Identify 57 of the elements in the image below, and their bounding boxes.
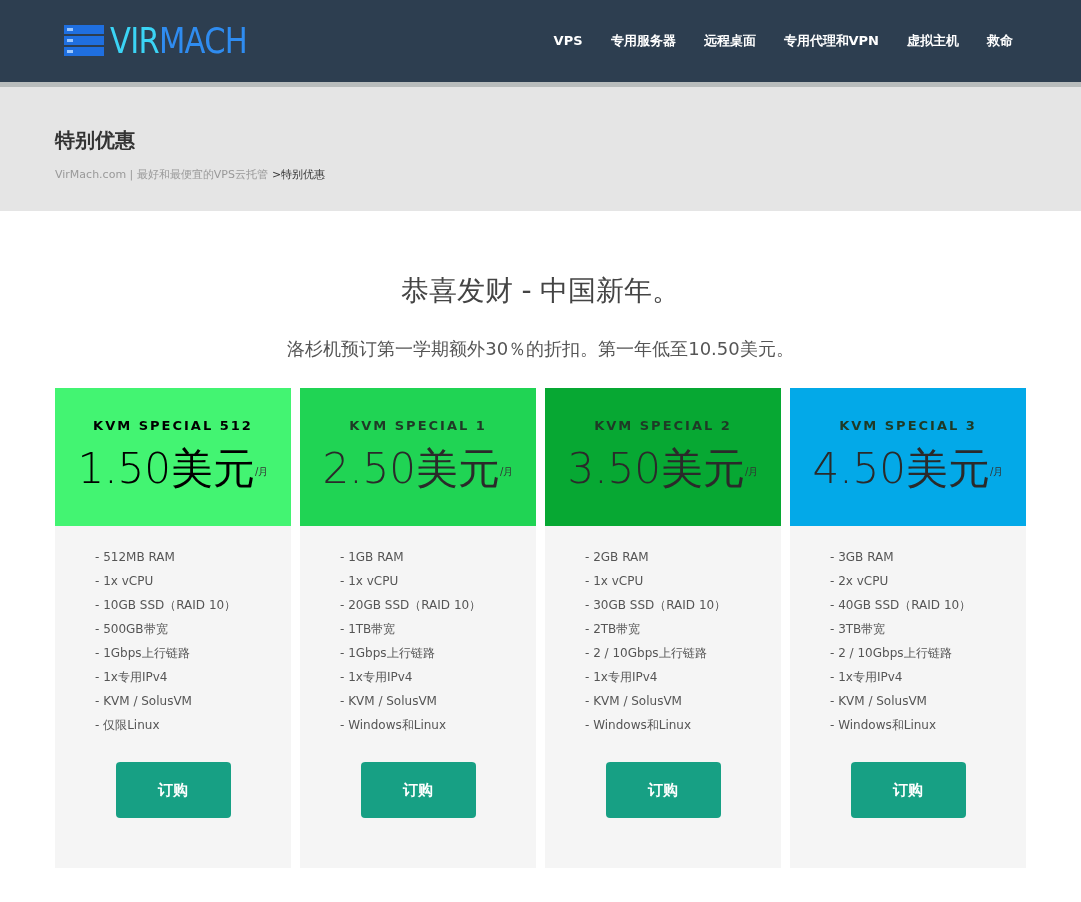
- feature-item: - 500GB带宽: [95, 621, 169, 638]
- feature-item: - Windows和Linux: [585, 717, 693, 734]
- subheadline: 洛杉机预订第一学期额外30％的折扣。第一年低至10.50美元。: [287, 337, 794, 361]
- feature-item: - 仅限Linux: [95, 717, 161, 734]
- plan-name: KVM SPECIAL 512: [93, 417, 253, 435]
- nav-link[interactable]: 远程桌面: [703, 31, 756, 51]
- plan-price: 4.50美元: [812, 447, 991, 490]
- feature-item: - Windows和Linux: [830, 717, 938, 734]
- plan-name: KVM SPECIAL 1: [349, 417, 487, 435]
- nav-link[interactable]: VPS: [553, 31, 583, 51]
- page-title: 特别优惠: [55, 127, 136, 154]
- feature-item: - 1x vCPU: [340, 573, 400, 590]
- feature-item: - 3TB带宽: [830, 621, 887, 638]
- feature-item: - 2 / 10Gbps上行链路: [585, 645, 708, 662]
- server-rack-icon: [62, 23, 106, 59]
- nav-link[interactable]: 虚拟主机: [907, 31, 959, 51]
- plan-name: KVM SPECIAL 3: [839, 417, 977, 435]
- feature-item: - 3GB RAM: [830, 549, 895, 566]
- price-period: /月: [990, 465, 1004, 477]
- plan-price: 3.50美元: [567, 447, 746, 490]
- feature-item: - 2x vCPU: [830, 573, 890, 590]
- price-period: /月: [500, 465, 514, 477]
- feature-item: - 10GB SSD（RAID 10）: [95, 597, 238, 614]
- feature-item: - KVM / SolusVM: [95, 693, 193, 710]
- feature-item: - KVM / SolusVM: [585, 693, 683, 710]
- feature-item: - 20GB SSD（RAID 10）: [340, 597, 483, 614]
- feature-item: - KVM / SolusVM: [340, 693, 438, 710]
- plan-price: 2.50美元: [322, 447, 501, 490]
- logo[interactable]: VIRMACH: [62, 23, 272, 59]
- logo-text: VIRMACH: [110, 23, 248, 59]
- price-period: /月: [255, 465, 269, 477]
- feature-item: - 2TB带宽: [585, 621, 642, 638]
- feature-item: - 2 / 10Gbps上行链路: [830, 645, 953, 662]
- price-period: /月: [745, 465, 759, 477]
- feature-item: - Windows和Linux: [340, 717, 448, 734]
- feature-item: - 1x vCPU: [95, 573, 155, 590]
- feature-item: - 1x专用IPv4: [340, 669, 414, 686]
- feature-item: - 40GB SSD（RAID 10）: [830, 597, 973, 614]
- feature-item: - 1x vCPU: [585, 573, 645, 590]
- feature-item: - 512MB RAM: [95, 549, 176, 566]
- feature-item: - 1x专用IPv4: [95, 669, 169, 686]
- nav-link[interactable]: 救命: [987, 31, 1013, 51]
- feature-item: - 1x专用IPv4: [830, 669, 904, 686]
- feature-item: - 30GB SSD（RAID 10）: [585, 597, 728, 614]
- feature-item: - KVM / SolusVM: [830, 693, 928, 710]
- feature-item: - 2GB RAM: [585, 549, 650, 566]
- feature-item: - 1TB带宽: [340, 621, 397, 638]
- breadcrumb-current: >特别优惠: [271, 167, 326, 183]
- plan-price: 1.50美元: [77, 447, 256, 490]
- feature-item: - 1Gbps上行链路: [340, 645, 436, 662]
- plan-name: KVM SPECIAL 2: [594, 417, 732, 435]
- nav-link[interactable]: 专用服务器: [610, 31, 676, 51]
- feature-item: - 1GB RAM: [340, 549, 405, 566]
- feature-item: - 1x专用IPv4: [585, 669, 659, 686]
- nav-link[interactable]: 专用代理和VPN: [783, 31, 879, 51]
- headline: 恭喜发财 - 中国新年。: [400, 277, 681, 305]
- feature-item: - 1Gbps上行链路: [95, 645, 191, 662]
